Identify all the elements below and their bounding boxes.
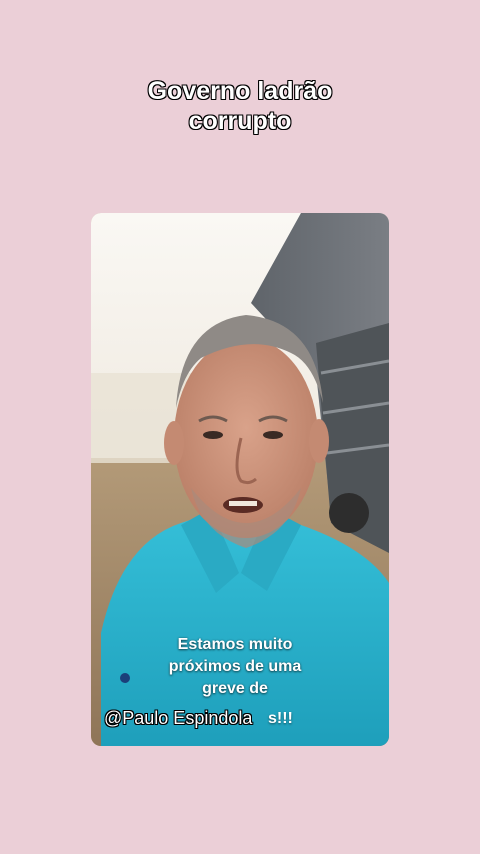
- title-line-2: corrupto: [188, 107, 292, 135]
- page-title: Governo ladrão corrupto: [0, 76, 480, 136]
- caption-line-3: greve de: [202, 680, 268, 697]
- caption-line-2: próximos de uma: [168, 658, 302, 675]
- title-line-1: Governo ladrão: [147, 77, 333, 105]
- author-watermark: @Paulo Espindola: [104, 708, 253, 728]
- caption-line-1: Estamos muito: [177, 636, 293, 653]
- video-caption: Estamos muito próximos de uma greve de: [150, 634, 320, 700]
- caption-tail: s!!!: [268, 710, 293, 727]
